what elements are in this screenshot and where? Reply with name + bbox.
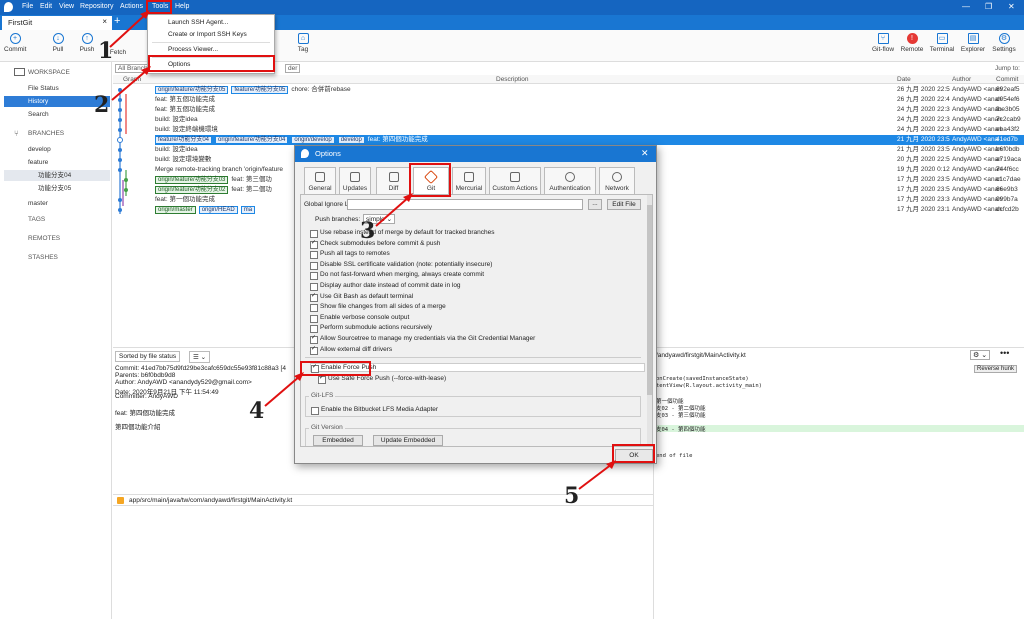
annotation-arrows (109, 10, 616, 490)
annotation-step-3: 3 (360, 218, 376, 244)
annotation-step-5: 5 (564, 483, 580, 509)
annotation-step-2: 2 (94, 92, 110, 118)
annotation-step-4: 4 (249, 398, 265, 424)
annotation-step-1: 1 (98, 38, 114, 64)
